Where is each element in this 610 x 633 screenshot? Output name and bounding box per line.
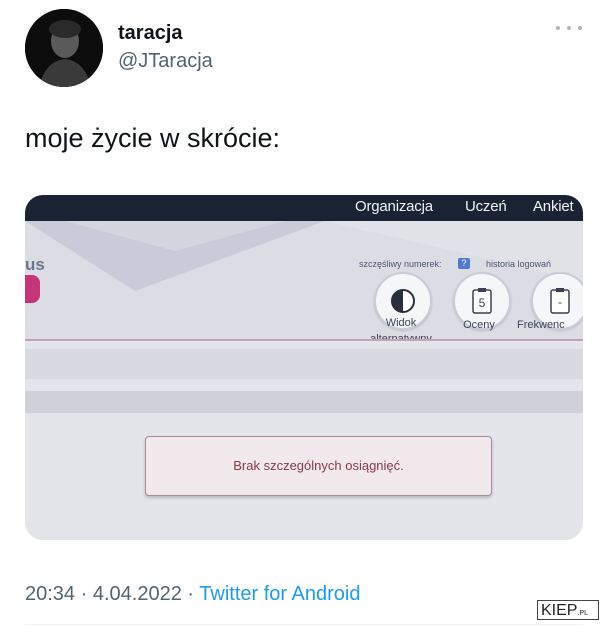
more-dots-icon[interactable] <box>556 22 582 34</box>
watermark-suffix: .PL <box>577 610 588 617</box>
avatar[interactable] <box>25 9 103 87</box>
tweet-photo[interactable]: Organizacja Uczeń Ankiet us szczęśliwy n… <box>25 195 583 540</box>
photo-nav-bar: Organizacja Uczeń Ankiet <box>25 195 583 221</box>
divider <box>25 624 583 625</box>
photo-nav-organizacja: Organizacja <box>355 198 433 215</box>
photo-nav-uczen: Uczeń <box>465 198 507 215</box>
content-stripe <box>25 391 583 413</box>
login-history-link: historia logowań <box>486 259 552 269</box>
grade-glyph: 5 <box>479 296 486 310</box>
avatar-image <box>25 9 103 87</box>
user-handle[interactable]: @JTaracja <box>118 50 213 73</box>
photo-nav-ankiety: Ankiet <box>533 198 574 215</box>
tweet-source-link[interactable]: Twitter for Android <box>199 583 360 605</box>
photo-banner: us szczęśliwy numerek: ? historia logowa… <box>25 221 583 339</box>
logo-mark <box>25 275 40 303</box>
watermark-text: KIEP <box>541 602 578 619</box>
tile-label-frekwencja: Frekwenc <box>517 319 565 331</box>
achievement-message-box: Brak szczególnych osiągnięć. <box>145 436 492 496</box>
tile-label-oceny: Oceny <box>463 319 495 331</box>
meta-separator: · <box>187 583 195 605</box>
tweet-date[interactable]: 4.04.2022 <box>93 583 182 605</box>
logo-fragment: us <box>25 255 45 274</box>
tweet-text: moje życie w skrócie: <box>25 123 281 153</box>
achievement-message: Brak szczególnych osiągnięć. <box>233 458 404 473</box>
photo-content-area: Brak szczególnych osiągnięć. <box>25 341 583 540</box>
display-name[interactable]: taracja <box>118 22 183 45</box>
tile-label-widok: Widok alternatywny <box>370 317 432 339</box>
lucky-number-label: szczęśliwy numerek: <box>359 259 442 269</box>
content-stripe <box>25 349 583 379</box>
meta-separator: · <box>80 583 88 605</box>
tweet-time[interactable]: 20:34 <box>25 583 75 605</box>
attendance-glyph: - <box>558 295 562 309</box>
lucky-number-badge: ? <box>458 258 470 269</box>
watermark: KIEP.PL <box>537 600 599 620</box>
tweet-meta: 20:34 · 4.04.2022 · Twitter for Android <box>25 583 360 606</box>
